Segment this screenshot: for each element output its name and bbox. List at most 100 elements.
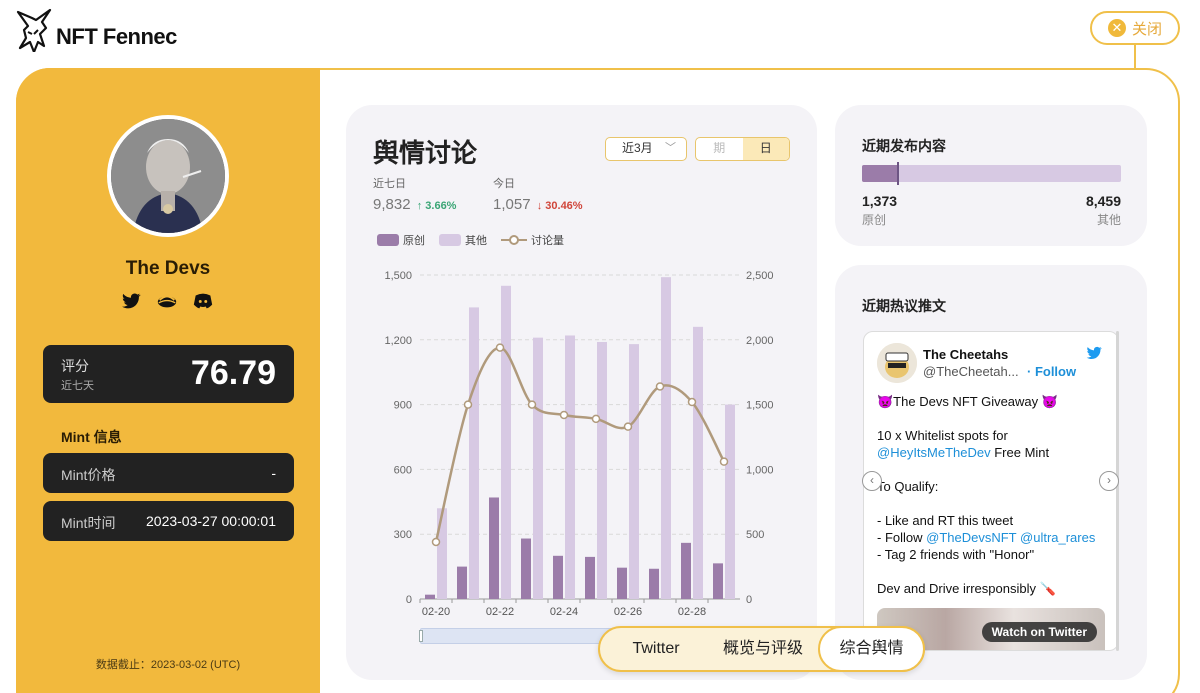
stat-value: 1,057: [493, 196, 531, 213]
x-tick-label: 02-20: [422, 606, 450, 618]
tweet-mention-link[interactable]: @TheDevsNFT: [926, 530, 1016, 545]
close-button[interactable]: ✕ 关闭: [1090, 11, 1180, 45]
line-point: [527, 400, 537, 409]
discussion-card: 舆情讨论 近3月 ﹀ 期 日 近七日 9,832 ↑ 3.66% 今日 1,05…: [346, 105, 817, 680]
mint-info-title: Mint 信息: [61, 429, 122, 445]
tweet-embed[interactable]: The Cheetahs @TheCheetah... · Follow 👿Th…: [863, 331, 1119, 651]
watch-on-twitter-button[interactable]: Watch on Twitter: [981, 622, 1097, 642]
granularity-option-period[interactable]: 期: [696, 138, 743, 160]
tab-twitter[interactable]: Twitter: [610, 628, 702, 670]
discord-icon[interactable]: [192, 290, 214, 312]
score-label: 评分: [61, 358, 89, 374]
bar-other: [629, 344, 639, 599]
legend-item-original[interactable]: 原创: [377, 232, 425, 248]
mint-price-value: -: [271, 465, 276, 481]
cheetah-avatar-icon: [877, 343, 917, 383]
y-tick-label-left: 900: [394, 400, 412, 412]
bar-original: [713, 563, 723, 599]
chevron-left-icon[interactable]: ‹: [862, 471, 882, 491]
hot-tweets-title: 近期热议推文: [862, 298, 946, 314]
line-volume: [434, 346, 726, 543]
slider-handle[interactable]: [419, 630, 423, 642]
line-point: [591, 414, 601, 424]
profile-panel: The Devs 评分 近七天 76.79 Mint 信息 Mint价格 - M…: [16, 68, 320, 693]
bar-other: [437, 508, 447, 599]
granularity-option-day[interactable]: 日: [742, 138, 789, 160]
chevron-down-icon: ﹀: [665, 142, 676, 154]
hot-tweets-card: 近期热议推文 The Cheetahs @TheCheetah... · Fol…: [835, 265, 1147, 680]
bar-original: [617, 567, 627, 599]
score-value: 76.79: [190, 354, 276, 392]
tweet-avatar[interactable]: [877, 343, 917, 383]
connector-line: [1134, 45, 1136, 69]
other-count: 8,459: [1085, 193, 1121, 209]
chevron-right-icon[interactable]: ›: [1099, 471, 1119, 491]
tab-sentiment[interactable]: 综合舆情: [818, 626, 925, 672]
line-point: [431, 537, 441, 547]
bar-original: [425, 594, 435, 599]
bar-other: [725, 404, 735, 599]
y-tick-label-right: 2,000: [746, 335, 774, 347]
brand-logo[interactable]: NFT Fennec: [16, 8, 177, 52]
tweet-follow-button[interactable]: · Follow: [1027, 364, 1076, 379]
bar-original: [649, 568, 659, 599]
mint-time-row: Mint时间 2023-03-27 00:00:01: [43, 501, 294, 541]
tweet-line: To Qualify:: [877, 479, 939, 494]
mint-time-value: 2023-03-27 00:00:01: [146, 513, 276, 529]
y-tick-label-right: 0: [746, 594, 752, 606]
bar-original: [553, 555, 563, 599]
data-cutoff: 数据截止：2023-03-02 (UTC): [95, 659, 241, 671]
tweet-line: 10 x Whitelist spots for: [877, 428, 1008, 443]
tweet-scrollbar[interactable]: [1116, 331, 1119, 651]
page: NFT Fennec ✕ 关闭 The Devs 评分 近七天 76.79 Mi…: [0, 0, 1200, 693]
close-label: 关闭: [1131, 20, 1162, 38]
bar-original: [489, 497, 499, 599]
tweet-author[interactable]: The Cheetahs: [923, 347, 1008, 362]
x-tick-label: 02-24: [550, 606, 578, 618]
stat-label: 近七日: [373, 178, 406, 190]
stat-today: 今日 1,057 ↓ 30.46%: [493, 175, 583, 213]
twitter-icon[interactable]: [120, 290, 142, 312]
y-tick-label-left: 600: [394, 464, 412, 476]
bottom-tab-bar: Twitter 概览与评级 综合舆情: [598, 626, 925, 672]
line-point: [463, 400, 473, 409]
line-point: [623, 422, 633, 431]
brand-name: NFT Fennec: [56, 24, 177, 49]
y-tick-label-left: 0: [406, 594, 412, 606]
y-tick-label-right: 1,500: [746, 400, 774, 412]
x-tick-label: 02-28: [678, 606, 706, 618]
bar-other: [501, 285, 511, 599]
bar-original: [521, 538, 531, 599]
score-period: 近七天: [61, 380, 94, 392]
discussion-title: 舆情讨论: [373, 138, 478, 168]
tweet-mention-link[interactable]: @HeyItsMeTheDev: [877, 445, 991, 460]
x-tick-label: 02-26: [614, 606, 642, 618]
discussion-chart: 0 300 600 900 1,200 1,500 0 500 1,000 1,500 2,000 2…: [384, 270, 774, 618]
tweet-mention-link[interactable]: @ultra_rares: [1020, 530, 1095, 545]
original-label: 原创: [862, 213, 887, 227]
legend-item-volume[interactable]: 讨论量: [501, 232, 564, 248]
twitter-bird-icon[interactable]: [1084, 344, 1104, 362]
stat-value: 9,832: [373, 196, 411, 213]
published-title: 近期发布内容: [862, 138, 946, 154]
opensea-icon[interactable]: [156, 290, 178, 312]
stat-label: 今日: [493, 178, 515, 190]
legend-item-other[interactable]: 其他: [439, 232, 487, 248]
granularity-toggle: 期 日: [695, 137, 790, 161]
bar-other: [693, 326, 703, 599]
close-icon: ✕: [1107, 19, 1126, 37]
collection-name: The Devs: [125, 258, 211, 279]
stat-change-down: ↓ 30.46%: [536, 200, 583, 212]
tab-overview-rating[interactable]: 概览与评级: [708, 628, 818, 670]
line-point: [559, 410, 569, 420]
bar-other: [597, 341, 607, 599]
line-point: [687, 397, 697, 407]
original-count: 1,373: [862, 193, 898, 209]
stat-seven-days: 近七日 9,832 ↑ 3.66%: [373, 175, 456, 213]
bar-original: [585, 556, 595, 599]
tweet-handle[interactable]: @TheCheetah...: [923, 364, 1019, 379]
range-select[interactable]: 近3月 ﹀: [605, 137, 687, 161]
x-tick-label: 02-22: [486, 606, 514, 618]
line-point: [495, 343, 505, 352]
published-marker: [897, 162, 899, 185]
